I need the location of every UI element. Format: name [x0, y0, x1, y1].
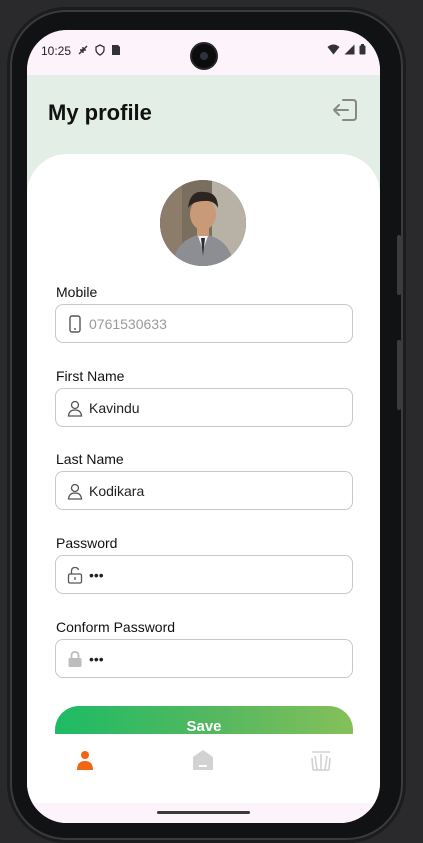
- logout-button[interactable]: [330, 95, 360, 125]
- wifi-icon: [327, 44, 340, 55]
- profile-icon: [77, 751, 93, 770]
- status-time: 10:25: [41, 44, 72, 58]
- crop-icon: [311, 751, 331, 771]
- user-icon: [67, 400, 83, 417]
- password-label: Password: [56, 535, 118, 551]
- first-name-field[interactable]: Kavindu: [55, 388, 353, 427]
- battery-icon: [359, 44, 366, 55]
- password-field[interactable]: •••: [55, 555, 353, 594]
- nav-item-crop[interactable]: [309, 748, 333, 772]
- nav-item-profile[interactable]: [73, 748, 97, 772]
- confirm-password-value: •••: [89, 651, 104, 667]
- mobile-label: Mobile: [56, 284, 98, 300]
- user-icon: [67, 483, 83, 500]
- profile-photo: [160, 180, 246, 266]
- last-name-field[interactable]: Kodikara: [55, 471, 353, 510]
- header: My profile: [27, 75, 380, 165]
- gesture-bar: [27, 803, 380, 823]
- phone-icon: [69, 315, 81, 333]
- front-camera: [190, 42, 218, 70]
- last-name-label: Last Name: [56, 451, 124, 467]
- power-button: [397, 340, 401, 410]
- confirm-password-field[interactable]: •••: [55, 639, 353, 678]
- status-notification-icons: [77, 44, 121, 56]
- profile-card: Mobile 0761530633 First Name Kavindu Las…: [27, 154, 380, 774]
- airplane-off-icon: [78, 45, 88, 55]
- password-value: •••: [89, 567, 104, 583]
- home-indicator[interactable]: [157, 811, 250, 814]
- app-screen: 10:25 My profile Mobile 0761530633 First…: [27, 30, 380, 823]
- logout-icon: [333, 99, 357, 121]
- signal-icon: [344, 44, 355, 55]
- first-name-value: Kavindu: [89, 400, 140, 416]
- sim-card-icon: [112, 45, 120, 55]
- status-system-icons: [327, 44, 366, 55]
- mobile-field[interactable]: 0761530633: [55, 304, 353, 343]
- first-name-label: First Name: [56, 368, 125, 384]
- home-icon: [193, 750, 213, 770]
- profile-avatar[interactable]: [160, 180, 246, 266]
- unlock-icon: [67, 566, 83, 584]
- bottom-navigation: [27, 734, 380, 804]
- nav-item-home[interactable]: [191, 748, 215, 772]
- last-name-value: Kodikara: [89, 483, 145, 499]
- volume-button: [397, 235, 401, 295]
- status-bar: 10:25: [27, 30, 380, 75]
- page-title: My profile: [48, 100, 152, 125]
- shield-icon: [95, 44, 105, 56]
- confirm-password-label: Conform Password: [56, 619, 176, 635]
- mobile-value: 0761530633: [89, 316, 167, 332]
- lock-icon: [68, 651, 82, 667]
